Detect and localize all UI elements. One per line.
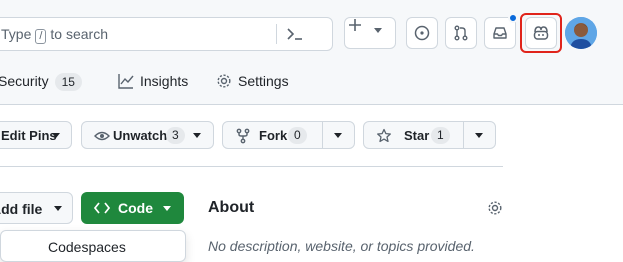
section-divider xyxy=(0,166,503,167)
issue-icon xyxy=(414,25,430,41)
global-header: Type / to search Security 15 Insights Se… xyxy=(0,0,623,105)
unwatch-label: Unwatch xyxy=(113,128,168,143)
issues-button[interactable] xyxy=(406,17,438,49)
tab-insights[interactable]: Insights xyxy=(118,73,188,89)
code-button[interactable]: Code xyxy=(81,192,184,224)
star-button[interactable]: Star 1 xyxy=(363,121,496,149)
fork-icon xyxy=(236,128,250,144)
pull-request-icon xyxy=(454,25,468,41)
add-file-label: Add file xyxy=(0,201,43,217)
graph-icon xyxy=(118,74,134,89)
about-heading: About xyxy=(208,199,255,216)
avatar[interactable] xyxy=(565,17,597,49)
plus-icon xyxy=(349,19,361,31)
chevron-down-icon xyxy=(193,133,201,138)
slash-key-hint: / xyxy=(35,29,47,44)
fork-count: 0 xyxy=(288,127,307,144)
chevron-down-icon[interactable] xyxy=(334,133,342,139)
eye-icon xyxy=(94,131,110,141)
tab-security-label: Security xyxy=(0,73,49,89)
search-placeholder: Type / to search xyxy=(1,26,109,44)
gear-icon[interactable] xyxy=(487,200,503,216)
star-icon xyxy=(377,128,391,143)
fork-label: Fork xyxy=(259,128,288,143)
tab-security[interactable]: Security 15 xyxy=(0,73,82,91)
user-avatar-image xyxy=(565,17,597,49)
star-label: Star xyxy=(404,128,430,143)
star-count: 1 xyxy=(431,127,450,144)
fork-divider xyxy=(322,122,323,148)
tab-insights-label: Insights xyxy=(140,73,189,89)
fork-button[interactable]: Fork 0 xyxy=(222,121,355,149)
chevron-down-icon xyxy=(54,206,62,211)
command-palette-icon[interactable] xyxy=(286,26,304,42)
copilot-highlight xyxy=(520,13,562,53)
unwatch-count: 3 xyxy=(166,127,185,144)
tab-codespaces[interactable]: Codespaces xyxy=(48,239,126,255)
code-icon xyxy=(94,202,110,214)
repo-nav-tabs: Security 15 Insights Settings xyxy=(0,62,623,102)
search-divider xyxy=(276,24,277,44)
security-count: 15 xyxy=(54,73,82,91)
inbox-icon xyxy=(493,27,507,39)
chevron-down-icon xyxy=(374,28,382,33)
notification-dot xyxy=(508,13,518,23)
search-input[interactable]: Type / to search xyxy=(0,17,333,51)
code-dropdown-menu: Codespaces xyxy=(0,230,186,262)
gear-icon xyxy=(217,74,231,88)
star-divider xyxy=(463,122,464,148)
about-description: No description, website, or topics provi… xyxy=(208,238,475,254)
add-file-button[interactable]: Add file xyxy=(0,192,73,224)
create-new-button[interactable] xyxy=(344,17,396,49)
pull-requests-button[interactable] xyxy=(445,17,477,49)
code-label: Code xyxy=(118,200,153,216)
unwatch-button[interactable]: Unwatch 3 xyxy=(81,121,214,149)
edit-pins-label: Edit Pins xyxy=(1,128,57,143)
tab-settings-label: Settings xyxy=(238,73,289,89)
chevron-down-icon xyxy=(163,206,171,211)
edit-pins-button[interactable]: Edit Pins xyxy=(0,121,72,149)
chevron-down-icon xyxy=(52,133,60,138)
tab-settings[interactable]: Settings xyxy=(216,73,289,89)
chevron-down-icon[interactable] xyxy=(475,133,483,139)
